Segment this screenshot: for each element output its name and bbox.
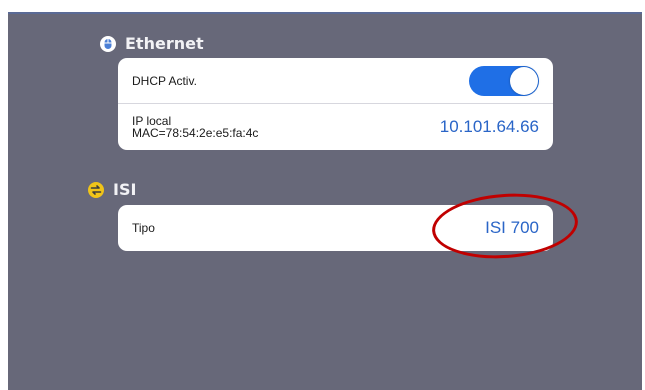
ip-label-group: IP local MAC=78:54:2e:e5:fa:4c <box>132 115 258 139</box>
ethernet-title: Ethernet <box>125 34 204 53</box>
tipo-label: Tipo <box>132 221 155 235</box>
swap-icon <box>88 181 104 198</box>
dhcp-toggle[interactable] <box>469 65 539 96</box>
settings-screen: Ethernet DHCP Activ. IP local MAC=78:54:… <box>8 12 642 390</box>
isi-card: Tipo ISI 700 <box>118 205 553 251</box>
toggle-knob <box>510 66 538 95</box>
dhcp-row: DHCP Activ. <box>118 58 553 104</box>
ethernet-section-header: Ethernet <box>100 34 204 53</box>
mac-address: MAC=78:54:2e:e5:fa:4c <box>132 126 259 140</box>
dhcp-label: DHCP Activ. <box>132 73 197 88</box>
isi-section-header: ISI <box>88 180 136 199</box>
ip-value: 10.101.64.66 <box>439 117 539 136</box>
tipo-value: ISI 700 <box>485 218 539 237</box>
ip-row[interactable]: IP local MAC=78:54:2e:e5:fa:4c 10.101.64… <box>118 104 553 150</box>
tipo-row[interactable]: Tipo ISI 700 <box>118 205 553 251</box>
ethernet-card: DHCP Activ. IP local MAC=78:54:2e:e5:fa:… <box>118 58 553 150</box>
mouse-icon <box>100 35 116 52</box>
isi-title: ISI <box>113 180 137 199</box>
